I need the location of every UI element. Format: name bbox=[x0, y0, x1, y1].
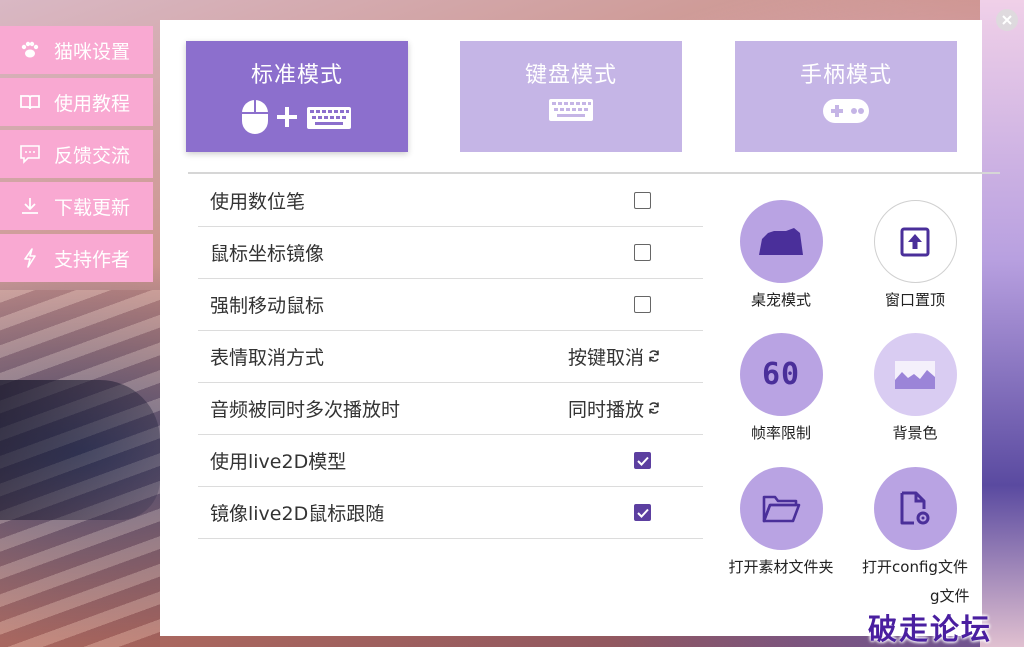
close-icon bbox=[1002, 15, 1012, 25]
bolt-icon bbox=[18, 246, 42, 270]
settings-list: 使用数位笔 鼠标坐标镜像 强制移动鼠标 表情取消方式 按键取消 音频被同时多次播… bbox=[198, 175, 703, 539]
keyboard-icon bbox=[548, 97, 594, 123]
setting-label: 使用live2D模型 bbox=[210, 451, 347, 473]
settings-panel: 标准模式 键盘模式 手柄模式 使用数位笔 鼠标坐标镜像 强制移动鼠标 表情取消方… bbox=[160, 20, 1000, 636]
setting-value: 同时播放 bbox=[567, 399, 644, 421]
mode-label: 键盘模式 bbox=[524, 63, 617, 88]
sidebar-item-cat-settings[interactable]: 猫咪设置 bbox=[0, 26, 153, 74]
book-icon bbox=[18, 90, 42, 114]
mode-label: 手柄模式 bbox=[799, 63, 892, 88]
open-config-file-button[interactable]: 打开config文件 bbox=[860, 467, 970, 577]
tool-label: 窗口置顶 bbox=[884, 291, 945, 309]
sidebar-item-download-update[interactable]: 下载更新 bbox=[0, 182, 153, 230]
desktop-pet-mode-button[interactable]: 桌宠模式 bbox=[726, 200, 836, 310]
watermark: 破走论坛 bbox=[868, 612, 993, 646]
download-icon bbox=[18, 194, 42, 218]
chat-icon bbox=[18, 142, 42, 166]
divider bbox=[188, 172, 1000, 174]
setting-label: 鼠标坐标镜像 bbox=[210, 243, 325, 265]
setting-label: 镜像live2D鼠标跟随 bbox=[210, 503, 385, 525]
mouse-plus-keyboard-icon bbox=[241, 97, 353, 137]
fps-60-icon: 60 bbox=[739, 333, 823, 416]
mode-gamepad-button[interactable]: 手柄模式 bbox=[735, 41, 957, 152]
check-icon bbox=[636, 456, 649, 466]
sidebar-item-tutorial[interactable]: 使用教程 bbox=[0, 78, 153, 126]
setting-value: 按键取消 bbox=[567, 347, 644, 369]
setting-label: 使用数位笔 bbox=[210, 191, 306, 213]
window-on-top-button[interactable]: 窗口置顶 bbox=[860, 200, 970, 310]
setting-row-expression-cancel-mode: 表情取消方式 按键取消 bbox=[198, 331, 703, 383]
setting-row-mirror-mouse-coords: 鼠标坐标镜像 bbox=[198, 227, 703, 279]
force-move-mouse-checkbox[interactable] bbox=[634, 296, 651, 313]
sidebar-item-label: 反馈交流 bbox=[54, 144, 131, 167]
tool-label: 打开素材文件夹 bbox=[728, 558, 834, 576]
sidebar-item-label: 支持作者 bbox=[54, 248, 131, 271]
open-assets-folder-button[interactable]: 打开素材文件夹 bbox=[726, 467, 836, 577]
setting-row-use-live2d: 使用live2D模型 bbox=[198, 435, 703, 487]
fps-limit-button[interactable]: 60 帧率限制 bbox=[726, 333, 836, 443]
landscape-icon bbox=[873, 333, 957, 416]
setting-row-use-stylus: 使用数位笔 bbox=[198, 175, 703, 227]
pin-top-icon bbox=[873, 200, 957, 283]
tool-label: 帧率限制 bbox=[750, 424, 811, 442]
setting-label: 表情取消方式 bbox=[210, 347, 325, 369]
sidebar-item-feedback[interactable]: 反馈交流 bbox=[0, 130, 153, 178]
file-settings-icon bbox=[873, 467, 957, 550]
sidebar-item-support-author[interactable]: 支持作者 bbox=[0, 234, 153, 282]
sidebar-item-label: 猫咪设置 bbox=[54, 40, 131, 63]
fps-60-text: 60 bbox=[761, 357, 801, 392]
tool-label: 打开config文件 bbox=[862, 558, 968, 576]
cycle-icon bbox=[647, 398, 661, 420]
background-color-button[interactable]: 背景色 bbox=[860, 333, 970, 443]
mirror-live2d-follow-checkbox[interactable] bbox=[634, 504, 651, 521]
setting-row-mirror-live2d-follow: 镜像live2D鼠标跟随 bbox=[198, 487, 703, 539]
setting-label: 强制移动鼠标 bbox=[210, 295, 325, 317]
gamepad-icon bbox=[822, 97, 870, 125]
background-art-right bbox=[980, 0, 1024, 647]
use-stylus-checkbox[interactable] bbox=[634, 192, 651, 209]
sidebar-item-label: 下载更新 bbox=[54, 196, 131, 219]
mirror-mouse-coords-checkbox[interactable] bbox=[634, 244, 651, 261]
sidebar: 猫咪设置 使用教程 反馈交流 下载更新 支持作者 bbox=[0, 26, 153, 286]
tool-label: 桌宠模式 bbox=[750, 291, 811, 309]
paw-icon bbox=[18, 38, 42, 62]
setting-row-audio-overlap: 音频被同时多次播放时 同时播放 bbox=[198, 383, 703, 435]
folder-open-icon bbox=[739, 467, 823, 550]
background-art-hair bbox=[0, 380, 160, 520]
sidebar-item-label: 使用教程 bbox=[54, 92, 131, 115]
expression-cancel-mode-selector[interactable]: 按键取消 bbox=[568, 343, 661, 370]
cat-silhouette-icon bbox=[739, 200, 823, 283]
use-live2d-checkbox[interactable] bbox=[634, 452, 651, 469]
mode-label: 标准模式 bbox=[250, 63, 343, 88]
audio-overlap-selector[interactable]: 同时播放 bbox=[568, 395, 661, 422]
tool-label: 背景色 bbox=[892, 424, 938, 442]
cycle-icon bbox=[647, 346, 661, 368]
check-icon bbox=[636, 508, 649, 518]
mode-keyboard-button[interactable]: 键盘模式 bbox=[460, 41, 682, 152]
close-button[interactable] bbox=[996, 9, 1018, 31]
setting-row-force-move-mouse: 强制移动鼠标 bbox=[198, 279, 703, 331]
setting-label: 音频被同时多次播放时 bbox=[210, 399, 401, 421]
overflow-label: g文件 bbox=[930, 587, 970, 605]
mode-standard-button[interactable]: 标准模式 bbox=[186, 41, 408, 152]
